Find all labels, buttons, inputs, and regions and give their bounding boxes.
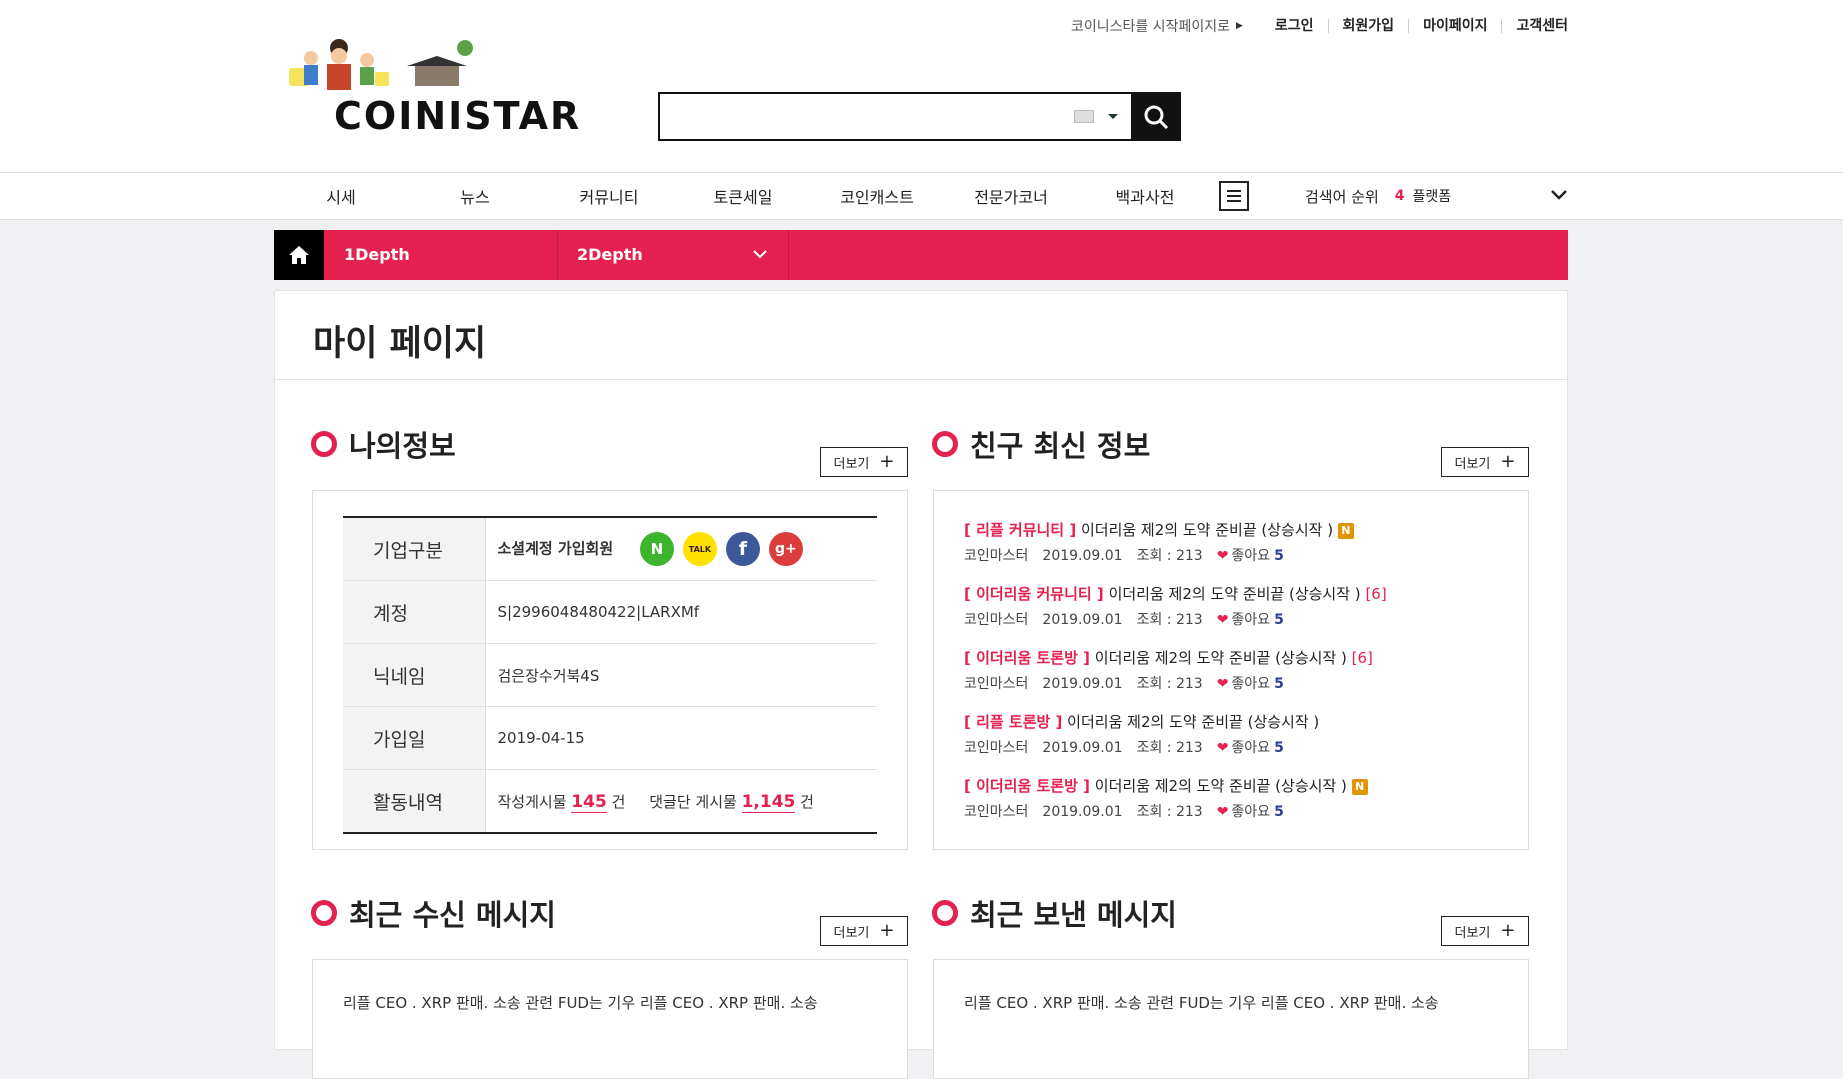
logo-wordmark: COINISTAR xyxy=(334,94,582,138)
table-row: 가입일 2019-04-15 xyxy=(343,706,877,770)
search-input[interactable] xyxy=(668,102,1072,132)
page-title: 마이 페이지 xyxy=(313,324,487,364)
facebook-icon[interactable]: f xyxy=(725,532,760,566)
search-button[interactable] xyxy=(1131,92,1181,141)
ring-bullet-icon xyxy=(932,431,958,457)
ring-bullet-icon xyxy=(932,900,958,926)
support-link[interactable]: 고객센터 xyxy=(1501,19,1568,33)
social-login-icons: N TALK f g+ xyxy=(639,532,803,566)
account-label: 계정 xyxy=(343,580,486,644)
joined-value: 2019-04-15 xyxy=(485,706,877,770)
friends-title: 친구 최신 정보 xyxy=(932,423,1150,465)
main-nav: 시세 뉴스 커뮤니티 토큰세일 코인캐스트 전문가코너 백과사전 검색어 순위 … xyxy=(274,173,1568,219)
my-info-panel: 기업구분 소셜계정 가입회원 N TALK f g+ 계정 S|29960484… xyxy=(312,490,908,850)
nav-item-coincast[interactable]: 코인캐스트 xyxy=(810,184,944,208)
search-icon xyxy=(1144,105,1169,129)
site-logo[interactable]: COINISTAR xyxy=(287,36,587,138)
caret-down-icon[interactable] xyxy=(1108,114,1118,119)
nav-item-price[interactable]: 시세 xyxy=(274,184,408,208)
nickname-value: 검은장수거북4S xyxy=(485,643,877,707)
breadcrumb-depth2[interactable]: 2Depth xyxy=(559,230,789,280)
login-link[interactable]: 로그인 xyxy=(1261,19,1328,33)
mypage-content: 마이 페이지 나의정보 더보기 + 기업구분 소셜계정 가입회원 N TALK f… xyxy=(274,290,1569,1079)
sent-messages-panel: 리플 CEO . XRP 판매. 소송 관련 FUD는 기우 리플 CEO . … xyxy=(933,959,1529,1079)
nav-item-news[interactable]: 뉴스 xyxy=(408,184,542,208)
home-button[interactable] xyxy=(274,230,324,280)
search-rank-keyword[interactable]: 플랫폼 xyxy=(1413,186,1452,206)
nickname-label: 닉네임 xyxy=(343,643,486,707)
search-box xyxy=(658,92,1181,141)
list-item[interactable]: [ 이더리움 토론방 ] 이더리움 제2의 도약 준비끝 (상승시작 ) [6]… xyxy=(964,647,1504,711)
activity-value: 작성게시물 145 건 댓글단 게시물 1,145 건 xyxy=(485,769,877,834)
chevron-down-icon xyxy=(753,250,767,259)
plus-icon: + xyxy=(879,920,895,941)
recv-messages-more-button[interactable]: 더보기 + xyxy=(820,916,908,946)
divider xyxy=(275,379,1569,380)
my-info-table: 기업구분 소셜계정 가입회원 N TALK f g+ 계정 S|29960484… xyxy=(343,516,877,834)
list-item[interactable]: [ 이더리움 커뮤니티 ] 이더리움 제2의 도약 준비끝 (상승시작 ) [6… xyxy=(964,583,1504,647)
signup-link[interactable]: 회원가입 xyxy=(1327,19,1409,33)
mypage-link[interactable]: 마이페이지 xyxy=(1408,19,1501,33)
heart-icon: ❤ xyxy=(1216,612,1229,628)
nav-item-encyclopedia[interactable]: 백과사전 xyxy=(1078,184,1212,208)
heart-icon: ❤ xyxy=(1216,676,1229,692)
message-preview[interactable]: 리플 CEO . XRP 판매. 소송 관련 FUD는 기우 리플 CEO . … xyxy=(964,992,1439,1013)
account-value: S|2996048480422|LARXMf xyxy=(485,580,877,644)
new-badge-icon: N xyxy=(1337,522,1354,539)
new-badge-icon: N xyxy=(1351,778,1368,795)
joined-label: 가입일 xyxy=(343,706,486,770)
hamburger-icon xyxy=(1227,190,1241,202)
site-header: 코이니스타를 시작페이지로 ▶ 로그인 회원가입 마이페이지 고객센터 COIN… xyxy=(0,0,1843,172)
sent-messages-title: 최근 보낸 메시지 xyxy=(932,892,1177,934)
keyboard-icon[interactable] xyxy=(1074,110,1094,123)
search-rank-number: 4 xyxy=(1394,188,1405,204)
recv-messages-panel: 리플 CEO . XRP 판매. 소송 관련 FUD는 기우 리플 CEO . … xyxy=(312,959,908,1079)
heart-icon: ❤ xyxy=(1216,548,1229,564)
google-plus-icon[interactable]: g+ xyxy=(768,532,803,566)
friends-more-button[interactable]: 더보기 + xyxy=(1441,447,1529,477)
heart-icon: ❤ xyxy=(1216,740,1229,756)
table-row: 활동내역 작성게시물 145 건 댓글단 게시물 1,145 건 xyxy=(343,769,877,834)
table-row: 닉네임 검은장수거북4S xyxy=(343,643,877,707)
plus-icon: + xyxy=(1500,920,1516,941)
list-item[interactable]: [ 이더리움 토론방 ] 이더리움 제2의 도약 준비끝 (상승시작 ) N 코… xyxy=(964,775,1504,839)
naver-icon[interactable]: N xyxy=(639,532,674,566)
top-utility-nav: 코이니스타를 시작페이지로 ▶ 로그인 회원가입 마이페이지 고객센터 xyxy=(1071,16,1568,36)
logo-illustration xyxy=(289,39,473,90)
nav-item-expert[interactable]: 전문가코너 xyxy=(944,184,1078,208)
plus-icon: + xyxy=(879,451,895,472)
play-arrow-icon: ▶ xyxy=(1235,21,1243,31)
home-icon xyxy=(289,246,309,264)
breadcrumb: 1Depth 2Depth xyxy=(274,230,1568,280)
message-preview[interactable]: 리플 CEO . XRP 판매. 소송 관련 FUD는 기우 리플 CEO . … xyxy=(343,992,818,1013)
plus-icon: + xyxy=(1500,451,1516,472)
list-item[interactable]: [ 리플 커뮤니티 ] 이더리움 제2의 도약 준비끝 (상승시작 ) N 코인… xyxy=(964,519,1504,583)
recv-messages-title: 최근 수신 메시지 xyxy=(311,892,556,934)
all-menu-button[interactable] xyxy=(1219,181,1249,211)
nav-item-token-sale[interactable]: 토큰세일 xyxy=(676,184,810,208)
table-row: 기업구분 소셜계정 가입회원 N TALK f g+ xyxy=(343,517,877,581)
activity-label: 활동내역 xyxy=(343,769,486,834)
company-type-label: 기업구분 xyxy=(343,517,486,581)
kakao-icon[interactable]: TALK xyxy=(682,532,717,566)
set-start-page-link[interactable]: 코이니스타를 시작페이지로 ▶ xyxy=(1071,16,1243,36)
sent-messages-more-button[interactable]: 더보기 + xyxy=(1441,916,1529,946)
friends-feed: [ 리플 커뮤니티 ] 이더리움 제2의 도약 준비끝 (상승시작 ) N 코인… xyxy=(964,519,1504,839)
posts-count-link[interactable]: 145 xyxy=(571,791,607,813)
company-type-value: 소셜계정 가입회원 N TALK f g+ xyxy=(485,517,877,581)
my-info-more-button[interactable]: 더보기 + xyxy=(820,447,908,477)
list-item[interactable]: [ 리플 토론방 ] 이더리움 제2의 도약 준비끝 (상승시작 ) 코인마스터… xyxy=(964,711,1504,775)
heart-icon: ❤ xyxy=(1216,804,1229,820)
ring-bullet-icon xyxy=(311,431,337,457)
chevron-down-icon[interactable] xyxy=(1550,186,1568,204)
search-rank-label: 검색어 순위 xyxy=(1305,187,1379,206)
ring-bullet-icon xyxy=(311,900,337,926)
comments-count-link[interactable]: 1,145 xyxy=(741,791,796,813)
friends-panel: [ 리플 커뮤니티 ] 이더리움 제2의 도약 준비끝 (상승시작 ) N 코인… xyxy=(933,490,1529,850)
breadcrumb-depth1[interactable]: 1Depth xyxy=(324,230,558,280)
my-info-title: 나의정보 xyxy=(311,423,456,465)
nav-item-community[interactable]: 커뮤니티 xyxy=(542,184,676,208)
table-row: 계정 S|2996048480422|LARXMf xyxy=(343,580,877,644)
